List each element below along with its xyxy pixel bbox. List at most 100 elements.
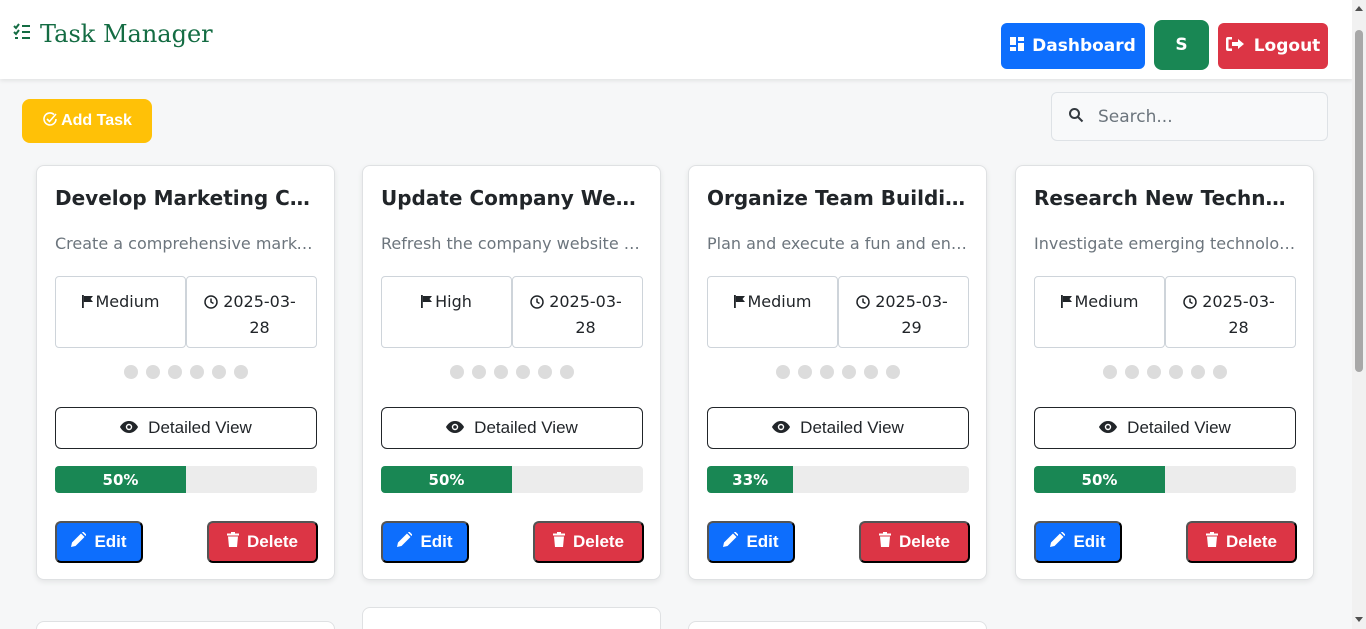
task-meta: High 2025-03-28 bbox=[381, 276, 643, 348]
clock-icon bbox=[203, 289, 218, 317]
logout-label: Logout bbox=[1253, 36, 1321, 56]
flag-icon bbox=[733, 289, 746, 316]
delete-label: Delete bbox=[246, 532, 299, 551]
step-dot bbox=[1190, 365, 1205, 379]
dashboard-icon bbox=[1010, 36, 1025, 56]
task-meta: Medium 2025-03-29 bbox=[707, 276, 969, 348]
detailed-view-label: Detailed View bbox=[800, 418, 904, 437]
task-description: Create a comprehensive marketing campaig… bbox=[55, 234, 317, 253]
priority-box: Medium bbox=[1034, 276, 1165, 348]
edit-label: Edit bbox=[94, 532, 127, 551]
due-date-label: 2025-03-28 bbox=[549, 292, 622, 337]
add-task-label: Add Task bbox=[61, 112, 132, 129]
progress-text: 50% bbox=[428, 470, 465, 489]
step-dot bbox=[515, 365, 530, 379]
priority-label: Medium bbox=[1074, 292, 1139, 311]
add-task-button[interactable]: Add Task bbox=[22, 99, 152, 143]
task-card: Develop Marketing Campaign Create a comp… bbox=[36, 165, 335, 580]
brand[interactable]: Task Manager bbox=[12, 20, 213, 48]
progress-text: 33% bbox=[732, 470, 769, 489]
trash-icon bbox=[552, 532, 565, 552]
step-dot bbox=[1146, 365, 1161, 379]
step-dot bbox=[449, 365, 464, 379]
edit-label: Edit bbox=[746, 532, 779, 551]
delete-label: Delete bbox=[898, 532, 951, 551]
due-date-box: 2025-03-28 bbox=[1165, 276, 1296, 348]
step-dot bbox=[211, 365, 226, 379]
eye-icon bbox=[120, 418, 139, 438]
step-dot bbox=[1168, 365, 1183, 379]
logout-icon bbox=[1225, 36, 1246, 57]
step-dots bbox=[363, 365, 660, 379]
progress-fill: 50% bbox=[381, 466, 512, 493]
progress-text: 50% bbox=[1081, 470, 1118, 489]
clock-icon bbox=[529, 289, 544, 317]
detailed-view-button[interactable]: Detailed View bbox=[1034, 407, 1296, 449]
task-card: Research New Technologies Investigate em… bbox=[1015, 165, 1314, 580]
edit-button[interactable]: Edit bbox=[707, 521, 795, 563]
progress-bar: 33% bbox=[707, 466, 969, 493]
delete-button[interactable]: Delete bbox=[533, 521, 644, 563]
priority-box: High bbox=[381, 276, 512, 348]
scroll-thumb[interactable] bbox=[1355, 30, 1363, 372]
step-dot bbox=[1124, 365, 1139, 379]
search-box[interactable] bbox=[1051, 92, 1328, 141]
task-meta: Medium 2025-03-28 bbox=[55, 276, 317, 348]
edit-button[interactable]: Edit bbox=[1034, 521, 1122, 563]
logout-button[interactable]: Logout bbox=[1218, 23, 1328, 69]
progress-bar: 50% bbox=[381, 466, 643, 493]
detailed-view-button[interactable]: Detailed View bbox=[381, 407, 643, 449]
edit-button[interactable]: Edit bbox=[55, 521, 143, 563]
dashboard-button[interactable]: Dashboard bbox=[1001, 23, 1145, 69]
due-date-label: 2025-03-28 bbox=[1202, 292, 1275, 337]
scroll-up-arrow[interactable] bbox=[1355, 6, 1363, 11]
scroll-down-arrow[interactable] bbox=[1355, 617, 1363, 622]
step-dot bbox=[841, 365, 856, 379]
flag-icon bbox=[1060, 289, 1073, 316]
step-dot bbox=[493, 365, 508, 379]
task-meta: Medium 2025-03-28 bbox=[1034, 276, 1296, 348]
eye-icon bbox=[772, 418, 791, 438]
edit-button[interactable]: Edit bbox=[381, 521, 469, 563]
priority-label: Medium bbox=[95, 292, 160, 311]
delete-button[interactable]: Delete bbox=[859, 521, 970, 563]
step-dot bbox=[123, 365, 138, 379]
brand-title: Task Manager bbox=[40, 20, 213, 48]
delete-label: Delete bbox=[1225, 532, 1278, 551]
due-date-box: 2025-03-29 bbox=[838, 276, 969, 348]
detailed-view-label: Detailed View bbox=[148, 418, 252, 437]
step-dots bbox=[1016, 365, 1313, 379]
detailed-view-button[interactable]: Detailed View bbox=[55, 407, 317, 449]
add-task-icon bbox=[42, 111, 58, 132]
user-avatar-button[interactable]: S bbox=[1154, 20, 1209, 70]
progress-fill: 50% bbox=[55, 466, 186, 493]
step-dot bbox=[189, 365, 204, 379]
delete-button[interactable]: Delete bbox=[1186, 521, 1297, 563]
step-dot bbox=[775, 365, 790, 379]
task-title: Research New Technologies bbox=[1034, 186, 1296, 210]
task-card-partial bbox=[688, 621, 987, 629]
task-title: Develop Marketing Campaign bbox=[55, 186, 317, 210]
progress-fill: 50% bbox=[1034, 466, 1165, 493]
step-dot bbox=[167, 365, 182, 379]
task-card-partial bbox=[362, 607, 661, 629]
pencil-icon bbox=[1050, 531, 1066, 552]
pencil-icon bbox=[71, 531, 87, 552]
scrollbar[interactable] bbox=[1352, 0, 1366, 629]
step-dots bbox=[689, 365, 986, 379]
step-dot bbox=[471, 365, 486, 379]
edit-label: Edit bbox=[1073, 532, 1106, 551]
search-input[interactable] bbox=[1098, 106, 1298, 127]
step-dot bbox=[537, 365, 552, 379]
progress-fill: 33% bbox=[707, 466, 794, 493]
task-card: Update Company Website Refresh the compa… bbox=[362, 165, 661, 580]
trash-icon bbox=[1205, 532, 1218, 552]
detailed-view-button[interactable]: Detailed View bbox=[707, 407, 969, 449]
search-icon bbox=[1068, 107, 1084, 127]
task-description: Investigate emerging technologies for ad… bbox=[1034, 234, 1296, 253]
due-date-label: 2025-03-29 bbox=[875, 292, 948, 337]
delete-button[interactable]: Delete bbox=[207, 521, 318, 563]
priority-label: High bbox=[435, 292, 472, 311]
progress-bar: 50% bbox=[55, 466, 317, 493]
progress-text: 50% bbox=[102, 470, 139, 489]
